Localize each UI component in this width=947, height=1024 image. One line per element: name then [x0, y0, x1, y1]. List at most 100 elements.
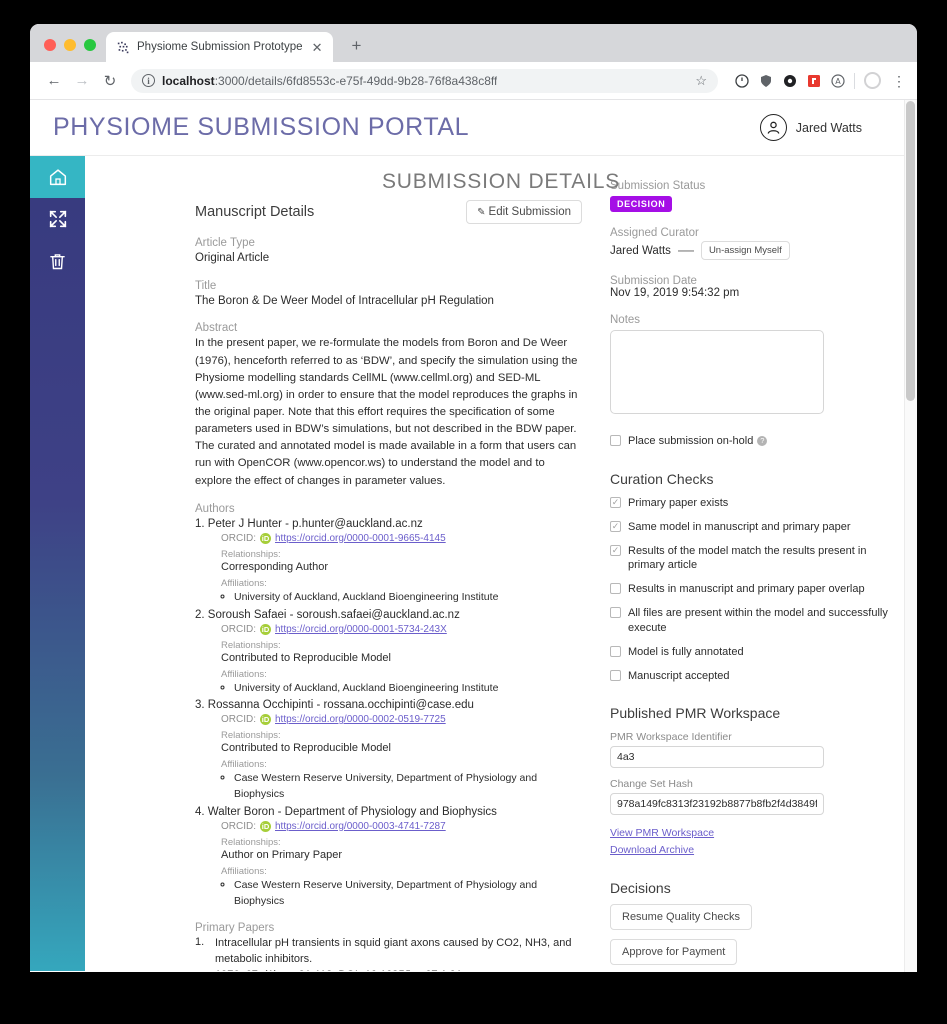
unassign-myself-button[interactable]: Un-assign Myself — [700, 241, 790, 260]
user-menu[interactable]: Jared Watts — [759, 114, 892, 141]
pmr-link[interactable]: View PMR Workspace — [610, 825, 897, 841]
manuscript-details-panel: Manuscript Details ✎ Edit Submission Arti… — [85, 156, 600, 971]
relationship-value: Contributed to Reproducible Model — [221, 742, 391, 755]
forward-button[interactable]: → — [69, 68, 95, 94]
title-field: Title The Boron & De Weer Model of Intra… — [195, 280, 582, 310]
orcid-row: ORCID: iD https://orcid.org/0000-0001-9665… — [221, 532, 582, 544]
decisions-list: Resume Quality Checks Approve for Payment… — [610, 903, 897, 971]
close-tab-icon[interactable]: ✕ — [310, 41, 325, 54]
red-extension-icon[interactable] — [806, 73, 821, 88]
affiliations-label: Affiliations: — [221, 865, 267, 877]
app-header: PHYSIOME SUBMISSION PORTAL Jared Watts — [30, 100, 917, 156]
orcid-link[interactable]: https://orcid.org/0000-0001-5734-243X — [275, 624, 447, 635]
submission-sidebar: Submission Status DECISION Assigned Cura… — [600, 156, 917, 971]
orcid-label: ORCID: — [221, 623, 256, 635]
orcid-label: ORCID: — [221, 532, 256, 544]
scrollbar-thumb[interactable] — [906, 101, 915, 401]
pmr-identifier-input[interactable] — [610, 746, 824, 769]
assigned-curator-label: Assigned Curator — [610, 227, 699, 239]
orcid-link[interactable]: https://orcid.org/0000-0003-4741-7287 — [275, 821, 446, 832]
edit-submission-button[interactable]: ✎ Edit Submission — [466, 200, 582, 224]
curation-check-row[interactable]: Model is fully annotated — [610, 645, 897, 660]
affiliation-item: Case Western Reserve University, Departm… — [234, 878, 582, 910]
browser-tab-title: Physiome Submission Prototype — [137, 41, 303, 53]
sidebar-item-trash[interactable] — [30, 240, 85, 282]
curation-check-label: Results in manuscript and primary paper … — [628, 583, 865, 596]
back-button[interactable]: ← — [41, 68, 67, 94]
side-navigation — [30, 156, 85, 971]
orcid-link[interactable]: https://orcid.org/0000-0001-9665-4145 — [275, 533, 446, 544]
browser-tab[interactable]: Physiome Submission Prototype ✕ — [106, 32, 334, 62]
title-value: The Boron & De Weer Model of Intracellul… — [195, 294, 494, 307]
curation-checkbox[interactable] — [610, 607, 621, 619]
curation-checkbox[interactable]: ✓ — [610, 496, 621, 508]
status-badge: DECISION — [610, 196, 673, 212]
change-set-hash-label: Change Set Hash — [610, 778, 693, 791]
author-entry: 4. Walter Boron - Department of Physiolo… — [195, 806, 582, 910]
curation-check-row[interactable]: Results in manuscript and primary paper … — [610, 582, 897, 597]
author-details: ORCID: iD https://orcid.org/0000-0001-5734… — [195, 623, 582, 697]
new-tab-button[interactable]: + — [343, 35, 369, 56]
place-on-hold-row[interactable]: Place submission on-hold? — [610, 434, 897, 449]
browser-menu-icon[interactable]: ⋮ — [890, 74, 906, 88]
orcid-icon: iD — [260, 623, 271, 635]
bookmark-star-icon[interactable]: ☆ — [695, 73, 707, 89]
curation-checkbox[interactable] — [610, 669, 621, 681]
affiliation-list: University of Auckland, Auckland Bioengi… — [221, 681, 582, 697]
sidebar-item-home[interactable] — [30, 156, 85, 198]
help-icon[interactable]: ? — [757, 436, 768, 447]
author-details: ORCID: iD https://orcid.org/0000-0001-9665… — [195, 532, 582, 606]
relationships-label: Relationships: — [221, 639, 281, 651]
change-set-hash-input[interactable] — [610, 793, 824, 816]
pmr-workspace-heading: Published PMR Workspace — [610, 705, 781, 722]
reload-button[interactable]: ↻ — [97, 68, 123, 94]
notes-input[interactable] — [610, 330, 824, 414]
close-window-button[interactable] — [44, 39, 56, 51]
curation-checkbox[interactable]: ✓ — [610, 544, 621, 556]
home-icon — [49, 169, 66, 186]
affiliation-item: University of Auckland, Auckland Bioengi… — [234, 590, 582, 606]
curation-checks-heading: Curation Checks — [610, 470, 714, 487]
author-name-email: 4. Walter Boron - Department of Physiolo… — [195, 805, 497, 818]
curation-check-row[interactable]: ✓ Same model in manuscript and primary pa… — [610, 520, 897, 535]
article-type-label: Article Type — [195, 237, 255, 249]
curation-checkbox[interactable] — [610, 645, 621, 657]
adblock-extension-icon[interactable]: A — [830, 73, 845, 88]
relationships-label: Relationships: — [221, 730, 281, 742]
place-on-hold-checkbox[interactable] — [610, 435, 621, 446]
pmr-link[interactable]: Download Archive — [610, 842, 897, 858]
trash-icon — [50, 253, 65, 269]
curation-check-label: Model is fully annotated — [628, 645, 744, 658]
decision-button[interactable]: Approve for Payment — [610, 938, 738, 965]
extensions-area: A ⋮ — [726, 72, 906, 89]
affiliation-list: Case Western Reserve University, Departm… — [221, 771, 582, 803]
primary-papers-list: 1. Intracellular pH transients in squid g… — [195, 936, 582, 971]
curation-check-row[interactable]: All files are present within the model a… — [610, 606, 897, 636]
badge-extension-icon[interactable] — [782, 73, 797, 88]
curation-check-row[interactable]: ✓ Results of the model match the results … — [610, 544, 897, 574]
curation-check-row[interactable]: ✓ Primary paper exists — [610, 496, 897, 511]
browser-profile-avatar[interactable] — [864, 72, 881, 89]
sidebar-item-expand[interactable] — [30, 198, 85, 240]
notes-block: Notes — [610, 314, 897, 419]
site-info-icon[interactable]: i — [142, 74, 155, 87]
curation-checkbox[interactable]: ✓ — [610, 520, 621, 532]
abstract-field: Abstract In the present paper, we re-for… — [195, 322, 582, 489]
decision-button[interactable]: Resume Quality Checks — [610, 903, 752, 930]
page-scrollbar[interactable] — [904, 100, 917, 972]
curator-row: Jared Watts — Un-assign Myself — [610, 241, 897, 260]
maximize-window-button[interactable] — [84, 39, 96, 51]
place-on-hold-label: Place submission on-hold? — [628, 434, 768, 449]
author-entry: 3. Rossanna Occhipinti - rossana.occhipi… — [195, 699, 582, 803]
address-bar[interactable]: i localhost:3000/details/6fd8553c-e75f-4… — [131, 68, 718, 93]
avatar — [759, 114, 787, 141]
minimize-window-button[interactable] — [64, 39, 76, 51]
curation-checkbox[interactable] — [610, 583, 621, 595]
orcid-link[interactable]: https://orcid.org/0000-0002-0519-7725 — [275, 714, 446, 725]
author-name-email: 1. Peter J Hunter - p.hunter@auckland.ac… — [195, 517, 423, 530]
clock-extension-icon[interactable] — [734, 73, 749, 88]
pencil-icon: ✎ — [477, 207, 486, 218]
author-details: ORCID: iD https://orcid.org/0000-0002-0519… — [195, 714, 582, 803]
shield-extension-icon[interactable] — [758, 73, 773, 88]
curation-check-row[interactable]: Manuscript accepted — [610, 669, 897, 684]
